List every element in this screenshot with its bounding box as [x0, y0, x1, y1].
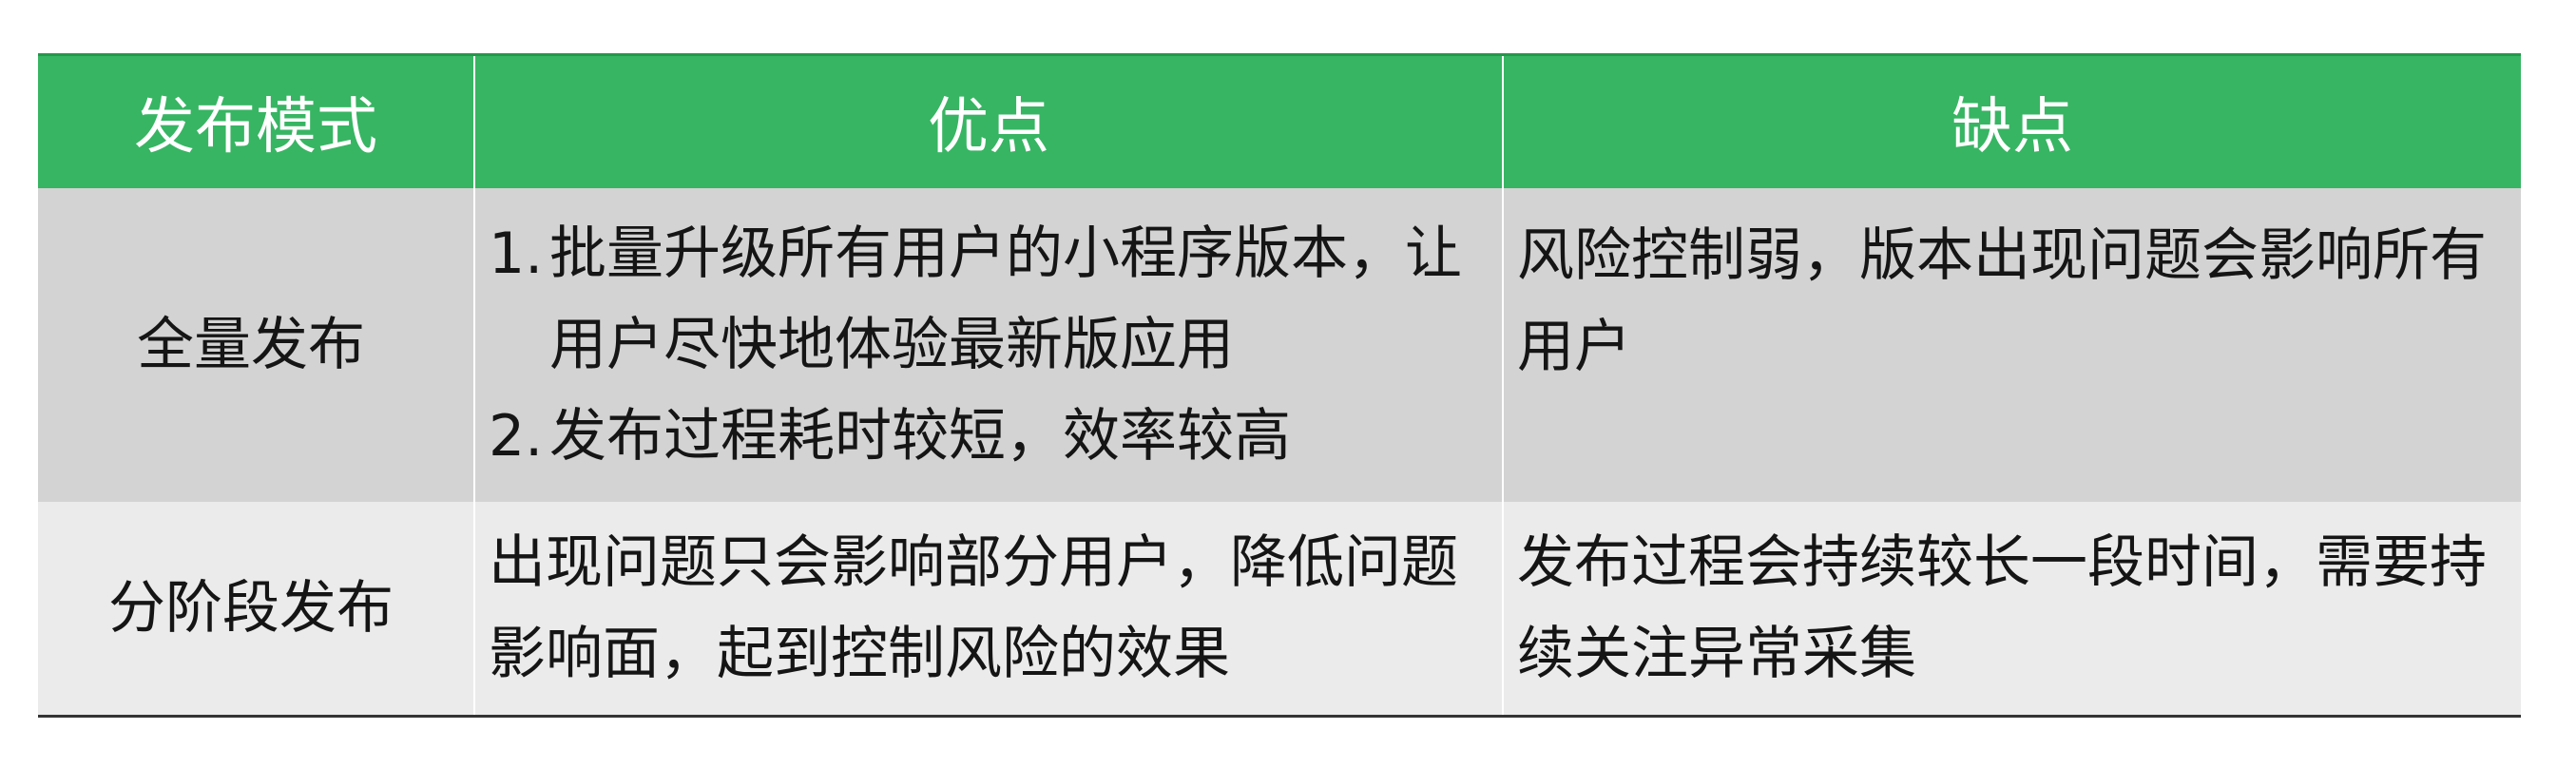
cell-advantages: 出现问题只会影响部分用户，降低问题影响面，起到控制风险的效果 [473, 501, 1504, 718]
cell-mode: 分阶段发布 [38, 501, 475, 718]
list-item: 2. 发布过程耗时较短，效率较高 [489, 391, 1479, 482]
comparison-table: 发布模式 优点 缺点 全量发布 1. 批量升级所有用户的小程序版本，让用户尽快地… [38, 53, 2521, 718]
cell-mode: 全量发布 [38, 187, 475, 502]
list-number: 2. [489, 402, 544, 470]
cell-advantages: 1. 批量升级所有用户的小程序版本，让用户尽快地体验最新版应用 2. 发布过程耗… [473, 187, 1504, 502]
disadvantages-text: 风险控制弱，版本出现问题会影响所有用户 [1517, 221, 2487, 380]
table-row: 分阶段发布 出现问题只会影响部分用户，降低问题影响面，起到控制风险的效果 发布过… [38, 501, 2521, 718]
table-header: 发布模式 优点 缺点 [38, 53, 2521, 188]
header-release-mode: 发布模式 [38, 53, 475, 188]
header-disadvantages: 缺点 [1502, 53, 2521, 188]
header-advantages: 优点 [473, 53, 1504, 188]
list-item: 1. 批量升级所有用户的小程序版本，让用户尽快地体验最新版应用 [489, 208, 1479, 391]
list-number: 1. [489, 220, 544, 287]
table-body: 全量发布 1. 批量升级所有用户的小程序版本，让用户尽快地体验最新版应用 2. … [38, 187, 2521, 718]
list-text: 发布过程耗时较短，效率较高 [549, 402, 1291, 470]
advantages-list: 1. 批量升级所有用户的小程序版本，让用户尽快地体验最新版应用 2. 发布过程耗… [489, 208, 1479, 482]
table-row: 全量发布 1. 批量升级所有用户的小程序版本，让用户尽快地体验最新版应用 2. … [38, 187, 2521, 502]
header-row: 发布模式 优点 缺点 [38, 53, 2521, 188]
list-text: 批量升级所有用户的小程序版本，让用户尽快地体验最新版应用 [549, 220, 1462, 378]
cell-disadvantages: 发布过程会持续较长一段时间，需要持续关注异常采集 [1502, 501, 2521, 718]
release-mode-table: 发布模式 优点 缺点 全量发布 1. 批量升级所有用户的小程序版本，让用户尽快地… [38, 53, 2521, 718]
cell-disadvantages: 风险控制弱，版本出现问题会影响所有用户 [1502, 187, 2521, 502]
